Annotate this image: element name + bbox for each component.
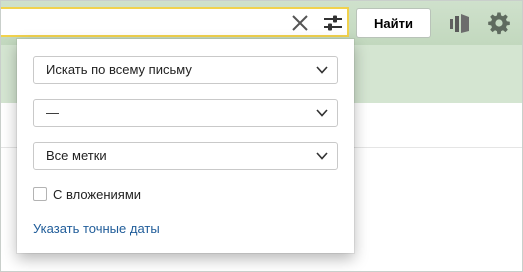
mail-window: Найти Искать по всему письму — Все метки <box>0 0 523 272</box>
scope-select[interactable]: Искать по всему письму <box>33 56 338 84</box>
gear-icon[interactable] <box>487 11 511 35</box>
scope-select-value: Искать по всему письму <box>46 62 192 77</box>
chevron-down-icon <box>316 152 328 160</box>
attachments-checkbox[interactable] <box>33 187 47 201</box>
labels-select-value: Все метки <box>46 148 107 163</box>
chevron-down-icon <box>316 109 328 117</box>
mail-logo-icon[interactable] <box>449 12 471 34</box>
sliders-icon[interactable] <box>322 13 344 33</box>
find-button[interactable]: Найти <box>356 8 431 38</box>
attachments-checkbox-row[interactable]: С вложениями <box>33 186 141 202</box>
labels-select[interactable]: Все метки <box>33 142 338 170</box>
folder-select-value: — <box>46 105 59 120</box>
exact-dates-link[interactable]: Указать точные даты <box>33 221 160 236</box>
chevron-down-icon <box>316 66 328 74</box>
close-icon[interactable] <box>290 13 310 33</box>
search-filters-panel: Искать по всему письму — Все метки С вло… <box>17 39 354 253</box>
folder-select[interactable]: — <box>33 99 338 127</box>
attachments-checkbox-label: С вложениями <box>53 186 142 202</box>
